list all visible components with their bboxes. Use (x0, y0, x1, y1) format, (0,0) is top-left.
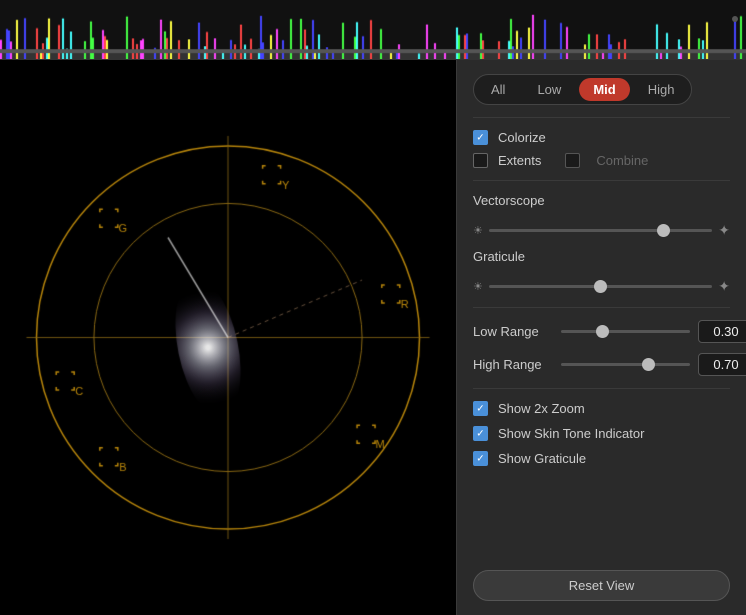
tab-low[interactable]: Low (523, 78, 575, 101)
graticule-label: Graticule (473, 249, 730, 264)
vectorscope-slider-row: ☀ ✦ (473, 222, 730, 239)
checkbox-group-top: Colorize Extents Combine (473, 130, 730, 168)
high-range-value[interactable] (698, 353, 746, 376)
combine-label[interactable]: Combine (596, 153, 648, 168)
grat-sun-dim-icon: ☀ (473, 280, 483, 293)
vs-sun-bright-icon: ✦ (718, 222, 730, 239)
graticule-slider-row: ☀ ✦ (473, 278, 730, 295)
vectorscope-canvas (0, 60, 456, 615)
show-graticule-checkbox[interactable] (473, 451, 488, 466)
main-area: All Low Mid High Colorize Extents Combin… (0, 60, 746, 615)
controls-panel: All Low Mid High Colorize Extents Combin… (456, 60, 746, 615)
reset-view-button[interactable]: Reset View (473, 570, 730, 601)
divider-4 (473, 388, 730, 389)
tab-high[interactable]: High (634, 78, 689, 101)
slider-section: Vectorscope ☀ ✦ Graticule ☀ ✦ (473, 193, 730, 295)
show-options-group: Show 2x Zoom Show Skin Tone Indicator Sh… (473, 401, 730, 466)
show-skin-tone-label[interactable]: Show Skin Tone Indicator (498, 426, 644, 441)
colorize-row: Colorize (473, 130, 730, 145)
high-range-label: High Range (473, 357, 553, 372)
low-range-row: Low Range (473, 320, 730, 343)
high-range-slider[interactable] (561, 363, 690, 366)
vectorscope-label: Vectorscope (473, 193, 730, 208)
show-2x-zoom-label[interactable]: Show 2x Zoom (498, 401, 585, 416)
extents-row: Extents Combine (473, 153, 730, 168)
tab-group: All Low Mid High (473, 74, 692, 105)
low-range-value[interactable] (698, 320, 746, 343)
tab-mid[interactable]: Mid (579, 78, 629, 101)
low-range-label: Low Range (473, 324, 553, 339)
top-waveform (0, 0, 746, 60)
show-skin-tone-row: Show Skin Tone Indicator (473, 426, 730, 441)
show-skin-tone-checkbox[interactable] (473, 426, 488, 441)
waveform-canvas (0, 0, 746, 59)
combine-group: Combine (565, 153, 648, 168)
graticule-slider[interactable] (489, 285, 712, 288)
extents-checkbox-row: Extents (473, 153, 541, 168)
vs-sun-dim-icon: ☀ (473, 224, 483, 237)
divider-2 (473, 180, 730, 181)
range-section: Low Range High Range (473, 320, 730, 376)
low-range-slider-container (561, 330, 690, 333)
divider-3 (473, 307, 730, 308)
colorize-checkbox[interactable] (473, 130, 488, 145)
vectorscope-slider[interactable] (489, 229, 712, 232)
divider-1 (473, 117, 730, 118)
high-range-slider-container (561, 363, 690, 366)
high-range-row: High Range (473, 353, 730, 376)
extents-checkbox[interactable] (473, 153, 488, 168)
tab-all[interactable]: All (477, 78, 519, 101)
low-range-slider[interactable] (561, 330, 690, 333)
colorize-label[interactable]: Colorize (498, 130, 546, 145)
vectorscope-display (0, 60, 456, 615)
combine-checkbox[interactable] (565, 153, 580, 168)
extents-label[interactable]: Extents (498, 153, 541, 168)
show-graticule-label[interactable]: Show Graticule (498, 451, 586, 466)
show-graticule-row: Show Graticule (473, 451, 730, 466)
show-2x-zoom-row: Show 2x Zoom (473, 401, 730, 416)
show-2x-zoom-checkbox[interactable] (473, 401, 488, 416)
grat-sun-bright-icon: ✦ (718, 278, 730, 295)
